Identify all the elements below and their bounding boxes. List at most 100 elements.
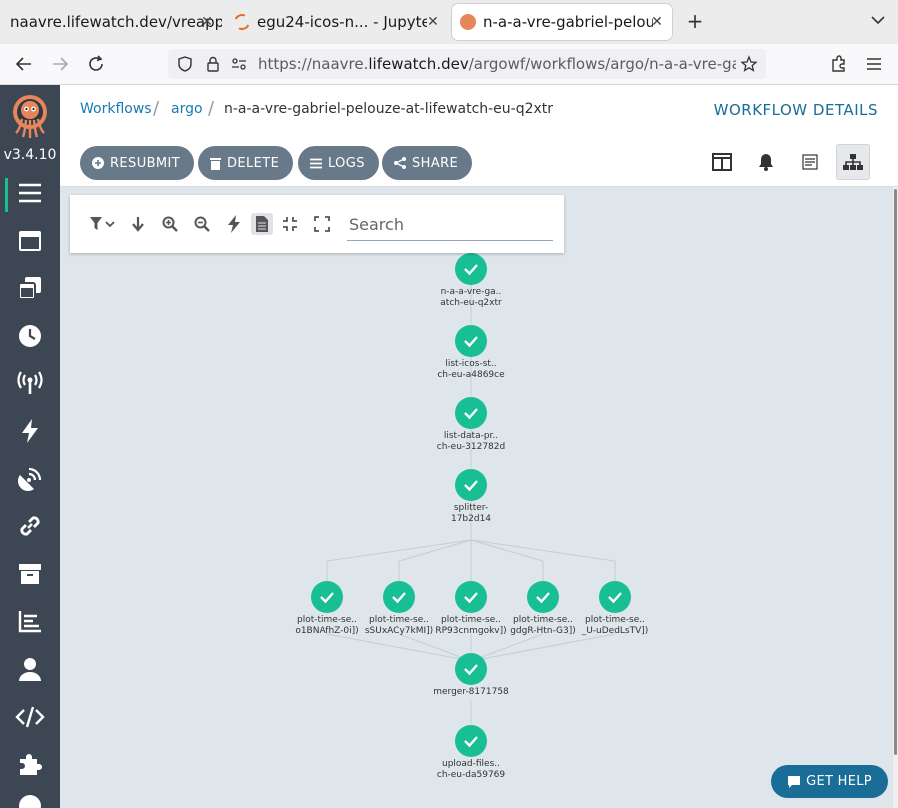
node-label-line1: plot-time-se.. [296,615,358,625]
graph-node[interactable]: list-data-pr.. ch-eu-312782d [431,397,511,453]
sidebar-item-plugins[interactable] [15,749,45,779]
cluster-templates-icon [18,277,41,300]
breadcrumb-workflows[interactable]: Workflows [80,101,152,117]
sidebar-item-webhooks[interactable] [15,511,45,541]
success-check-icon [455,469,487,501]
graph-node[interactable]: splitter- 17b2d14 [431,469,511,525]
shield-icon[interactable] [176,55,194,73]
graph-node[interactable]: plot-time-se.. RP93cnmgokv]) [431,581,511,637]
node-label-line2: RP93cnmgokv]) [435,626,507,636]
forward-arrow-icon[interactable] [50,54,70,74]
delete-button[interactable]: DELETE [198,146,294,180]
browser-tab-vreapp[interactable]: naavre.lifewatch.dev/vreapp ✕ [0,4,222,40]
graph-node[interactable]: merger-8171758 [431,653,511,698]
bookmark-star-icon[interactable] [740,55,758,73]
list-icon [310,158,322,168]
split-view-button[interactable] [705,144,739,180]
sidebar-item-cluster-templates[interactable] [15,273,45,303]
workflow-graph[interactable]: n-a-a-vre-ga.. atch-eu-q2xtr list-icos-s… [60,187,893,808]
scrollbar-thumb[interactable] [894,189,897,755]
extensions-icon[interactable] [829,54,849,74]
graph-view-button[interactable] [836,144,870,180]
url-prefix: https://naavre. [258,55,369,73]
link-icon [20,516,40,536]
delete-label: DELETE [227,155,280,171]
node-label-line1: upload-files.. [441,759,501,769]
sidebar-item-cron-workflows[interactable] [15,321,45,351]
zoom-in-icon [162,216,178,232]
jupyter-icon [231,11,253,33]
sidebar-item-api-docs[interactable] [15,702,45,732]
sidebar-item-help[interactable] [15,791,45,808]
sidebar-item-event-flow[interactable] [15,464,45,494]
node-label-line2: 17b2d14 [450,514,492,524]
browser-tab-jupyter[interactable]: egu24-icos-n... - Jupyterl ✕ [226,4,448,40]
events-button[interactable] [749,144,783,180]
bar-chart-icon [18,611,41,633]
node-label-line1: merger-8171758 [433,687,509,697]
close-tab-icon[interactable]: ✕ [424,13,442,31]
breadcrumb-namespace[interactable]: argo [171,101,203,117]
reload-icon[interactable] [86,54,106,74]
argo-logo-icon [13,95,47,138]
logs-label: LOGS [328,155,365,171]
sidebar-item-sensors[interactable] [15,416,45,446]
zoom-out-icon [194,216,210,232]
node-label-line1: plot-time-se.. [368,615,430,625]
graph-node[interactable]: plot-time-se.. sSUxACy7kMI]) [359,581,439,637]
node-label-line1: plot-time-se.. [512,615,574,625]
graph-node[interactable]: plot-time-se.. gdgR-Htn-G3]) [503,581,583,637]
breadcrumb-current: n-a-a-vre-gabriel-pelouze-at-lifewatch-e… [224,101,554,117]
graph-node[interactable]: plot-time-se.. _U-uDedLsTV]) [575,581,655,637]
success-check-icon [455,581,487,613]
artifacts-toggle-button[interactable] [251,213,273,235]
collapse-button[interactable] [279,213,301,235]
logs-button[interactable]: LOGS [298,146,379,180]
fast-layout-button[interactable] [223,213,245,235]
close-tab-icon[interactable]: ✕ [198,13,216,31]
expand-button[interactable] [311,213,333,235]
permissions-icon[interactable] [230,55,248,73]
sidebar-item-event-sources[interactable] [15,368,45,398]
sidebar-item-workflows[interactable] [15,178,45,208]
trash-icon [210,157,221,170]
sidebar-item-user[interactable] [15,654,45,684]
graph-node[interactable]: n-a-a-vre-ga.. atch-eu-q2xtr [431,253,511,309]
menu-hamburger-icon[interactable] [864,54,884,74]
expand-icon [314,216,330,232]
resubmit-button[interactable]: RESUBMIT [80,146,195,180]
filter-dropdown-button[interactable] [88,213,118,235]
graph-search-input[interactable] [347,209,553,241]
graph-node[interactable]: list-icos-st.. ch-eu-a4869ce [431,325,511,381]
url-bar[interactable]: https://naavre.lifewatch.dev/argowf/work… [168,49,766,79]
get-help-button[interactable]: GET HELP [771,765,888,798]
graph-controls-panel [70,195,564,253]
lock-icon[interactable] [204,55,222,73]
tab-title: n-a-a-vre-gabriel-pelouze [483,13,653,31]
node-label-line2: ch-eu-a4869ce [437,370,505,380]
help-icon [19,795,41,808]
summary-view-button[interactable] [793,144,827,180]
share-button[interactable]: SHARE [382,146,473,180]
back-arrow-icon[interactable] [14,54,34,74]
share-icon [394,157,406,169]
success-check-icon [599,581,631,613]
zoom-out-button[interactable] [191,213,213,235]
new-tab-icon[interactable]: + [684,9,706,33]
sidebar-item-templates[interactable] [15,226,45,256]
compress-icon [283,217,297,231]
sidebar-item-reports[interactable] [15,606,45,636]
direction-button[interactable] [127,213,149,235]
url-text[interactable]: https://naavre.lifewatch.dev/argowf/work… [258,55,736,73]
graph-scrollbar[interactable] [893,187,898,808]
tab-list-chevron-icon[interactable] [870,12,886,28]
node-label-line1: list-data-pr.. [443,431,499,441]
zoom-in-button[interactable] [159,213,181,235]
sidebar-item-archived-workflows[interactable] [15,559,45,589]
browser-tab-workflow[interactable]: n-a-a-vre-gabriel-pelouze ✕ [452,4,672,40]
graph-node[interactable]: upload-files.. ch-eu-da59769 [431,725,511,781]
user-icon [19,658,41,681]
workflows-icon [19,183,41,203]
close-tab-icon[interactable]: ✕ [648,13,666,31]
graph-node[interactable]: plot-time-se.. o1BNAfhZ-0i]) [287,581,367,637]
